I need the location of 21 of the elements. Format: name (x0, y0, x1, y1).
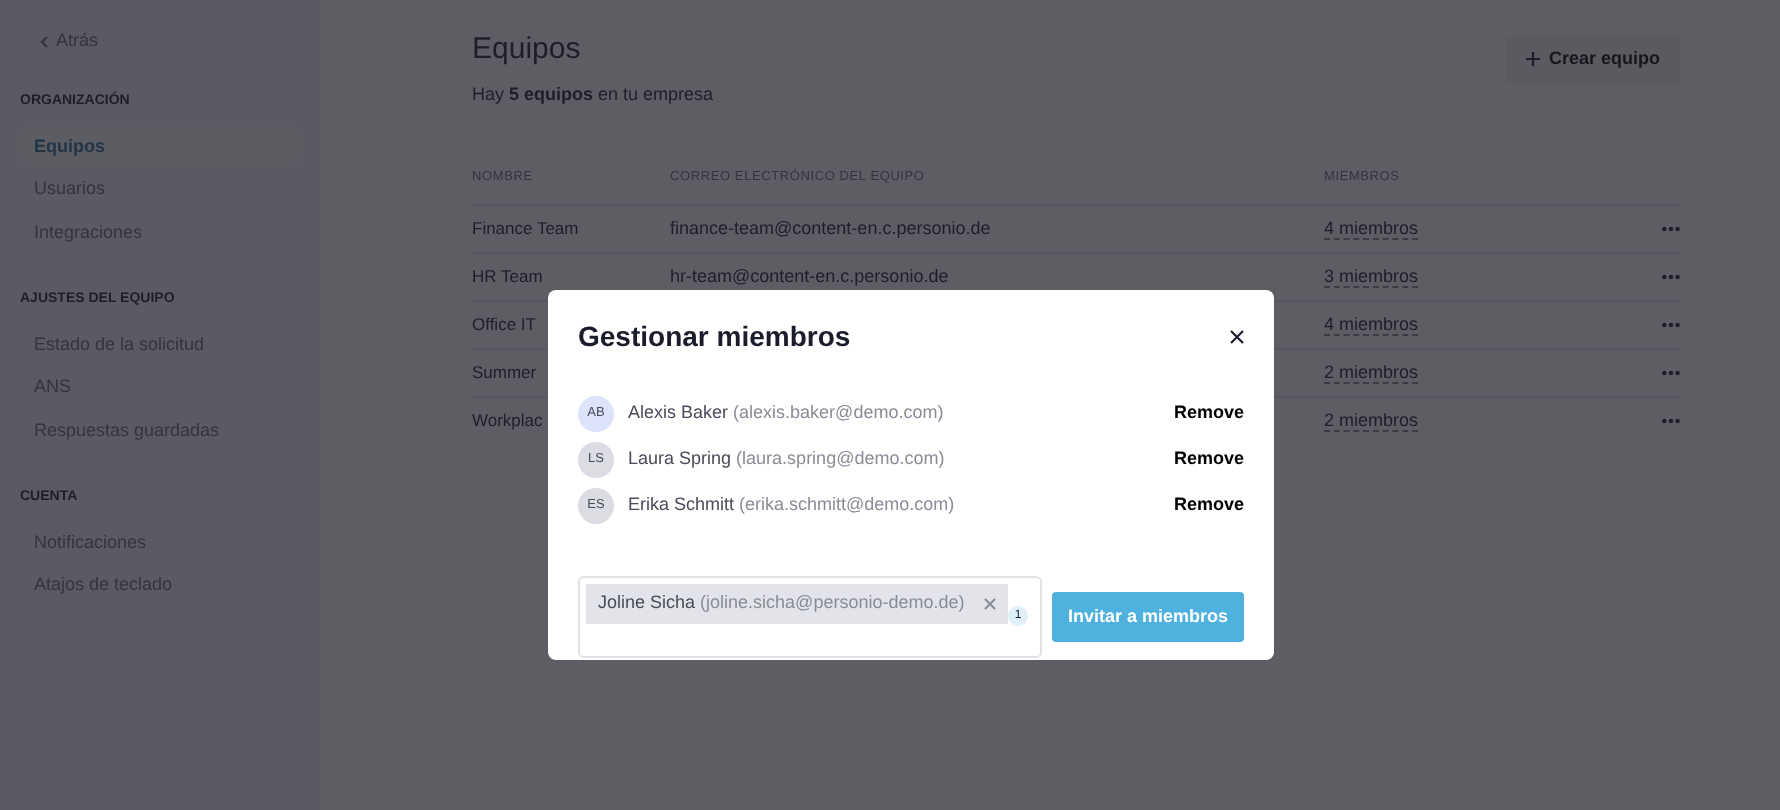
invitee-chip: Joline Sicha (joline.sicha@personio-demo.de) (586, 584, 1009, 623)
dialog-title: Gestionar miembros (578, 318, 851, 356)
table-cell: hr-team@content-en.c.personio.de (670, 265, 949, 285)
table-cell: HR Team (472, 265, 543, 286)
table-cell: finance-team@content-en.c.personio.de (670, 217, 991, 237)
table-cell: Workplac (472, 409, 543, 430)
member-name: Erika Schmitt (erika.schmitt@demo.com) (628, 491, 957, 518)
remove-button[interactable]: Remove (1173, 491, 1244, 519)
member-name: Alexis Baker (alexis.baker@demo.com) (628, 399, 946, 426)
page-subtitle: Hay 5 equipos en tu empresa (472, 81, 714, 108)
table-cell: Finance Team (472, 217, 579, 238)
close-icon (984, 597, 997, 610)
remove-button[interactable]: Remove (1173, 399, 1244, 427)
remove-button[interactable]: Remove (1173, 445, 1244, 473)
close-icon (1230, 330, 1244, 344)
table-cell: Summer (472, 361, 537, 382)
invite-button[interactable]: Invitar a miembros (1051, 591, 1244, 642)
table-cell: Office IT (472, 313, 536, 334)
close-button[interactable] (1230, 330, 1244, 344)
member-name: Laura Spring (laura.spring@demo.com) (628, 445, 947, 472)
page-title: Equipos (472, 30, 583, 70)
